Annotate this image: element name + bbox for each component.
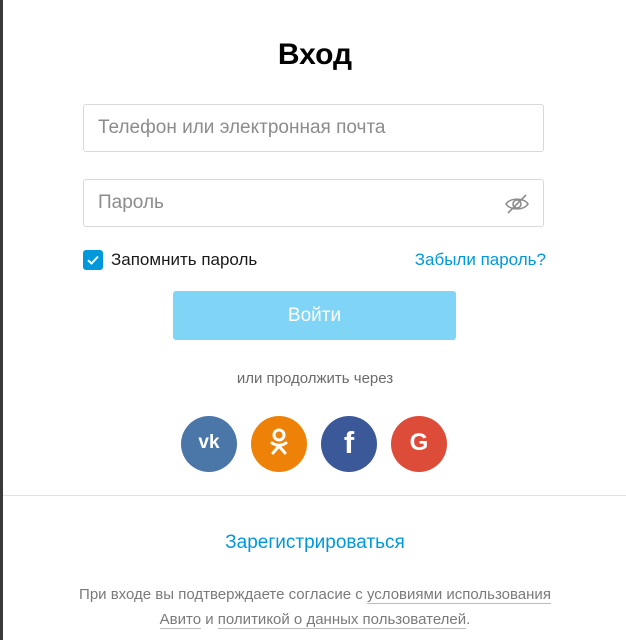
login-page: Вход Запомнить пароль Забыли пароль? Вой… xyxy=(0,0,626,640)
svg-text:G: G xyxy=(410,429,429,456)
eye-hidden-icon[interactable] xyxy=(503,190,531,218)
google-icon: G xyxy=(407,428,431,461)
section-divider xyxy=(3,495,626,496)
terms-prefix: При входе вы подтверждаете согласие с xyxy=(79,586,367,603)
terms-suffix: . xyxy=(466,611,471,628)
facebook-icon: f xyxy=(337,425,361,463)
page-title: Вход xyxy=(277,38,353,71)
password-field[interactable] xyxy=(83,179,544,227)
privacy-policy-link[interactable]: политикой о данных пользователей xyxy=(217,611,467,629)
forgot-password-link[interactable]: Забыли пароль? xyxy=(415,250,546,270)
google-login-button[interactable]: G xyxy=(391,416,447,472)
odnoklassniki-icon xyxy=(268,427,290,462)
register-link[interactable]: Зарегистрироваться xyxy=(0,532,626,554)
login-button[interactable]: Войти xyxy=(173,291,456,340)
remember-password-label: Запомнить пароль xyxy=(111,250,258,269)
facebook-login-button[interactable]: f xyxy=(321,416,377,472)
vk-login-button[interactable]: vk xyxy=(181,416,237,472)
terms-notice: При входе вы подтверждаете согласие с ус… xyxy=(60,582,570,632)
remember-password-checkbox[interactable]: Запомнить пароль xyxy=(83,250,257,270)
svg-text:vk: vk xyxy=(198,432,220,452)
vk-icon: vk xyxy=(194,432,224,457)
password-input[interactable] xyxy=(84,180,543,226)
login-input[interactable] xyxy=(84,105,543,151)
login-field[interactable] xyxy=(83,104,544,152)
svg-text:f: f xyxy=(344,426,355,458)
terms-middle: и xyxy=(201,611,218,628)
checkbox-checked-icon[interactable] xyxy=(83,250,103,270)
continue-with-text: или продолжить через xyxy=(236,370,394,387)
odnoklassniki-login-button[interactable] xyxy=(251,416,307,472)
